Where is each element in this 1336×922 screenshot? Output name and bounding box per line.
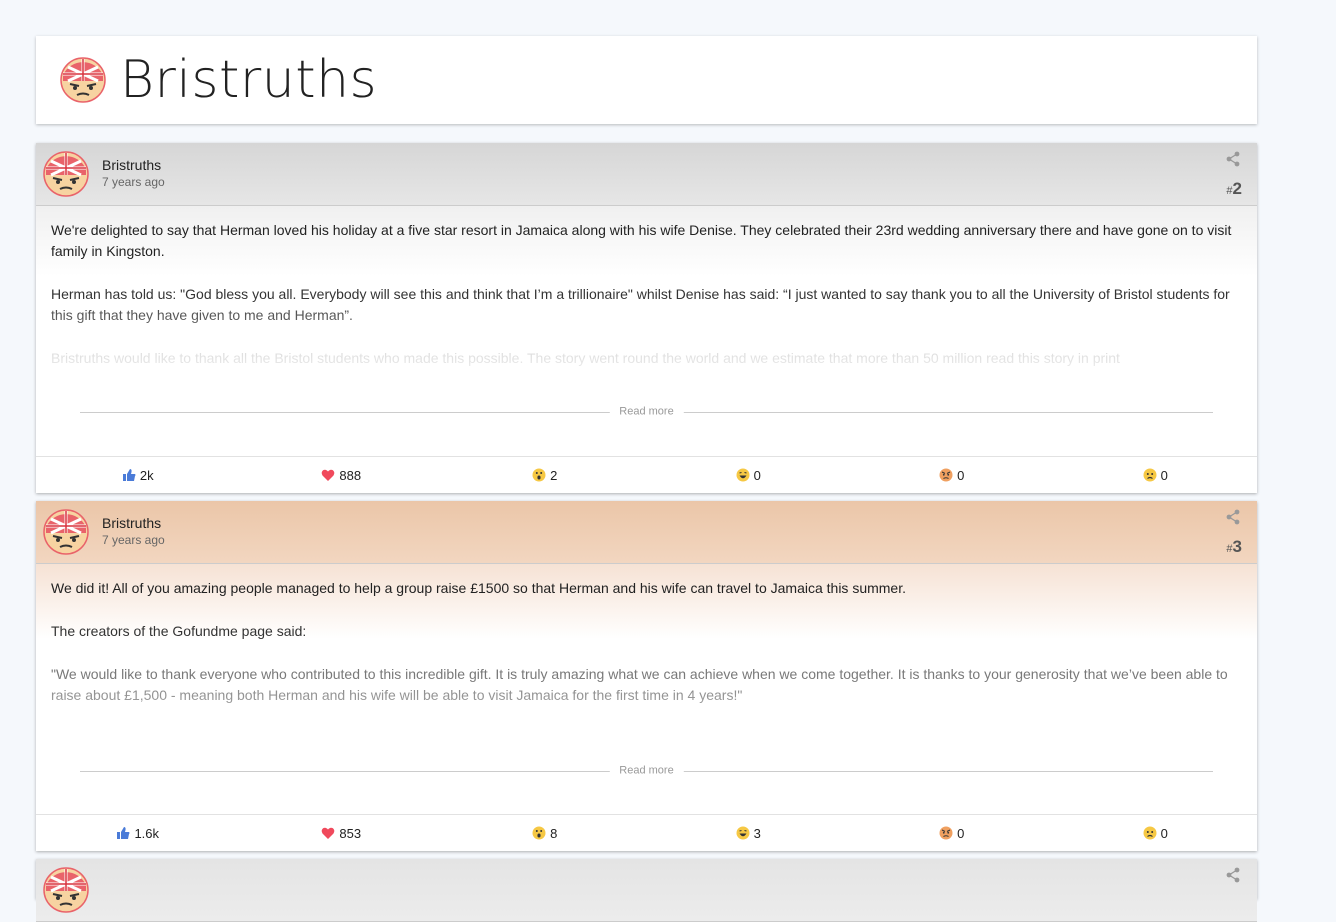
love-reaction[interactable]: 888	[240, 457, 444, 493]
author-avatar[interactable]	[43, 509, 89, 555]
love-count: 888	[339, 467, 362, 483]
share-icon[interactable]	[1225, 867, 1241, 883]
love-reaction[interactable]: 853	[240, 815, 444, 851]
sad-face-icon	[1143, 826, 1157, 840]
haha-reaction[interactable]: 0	[647, 457, 851, 493]
wow-count: 2	[550, 467, 558, 483]
laugh-face-icon	[736, 826, 750, 840]
sad-face-icon	[1143, 468, 1157, 482]
like-count: 2k	[139, 467, 154, 483]
angry-count: 0	[957, 825, 965, 841]
like-count: 1.6k	[134, 825, 160, 841]
haha-reaction[interactable]: 3	[647, 815, 851, 851]
read-more-link[interactable]: Read more	[609, 401, 684, 423]
sad-reaction[interactable]: 0	[1054, 457, 1258, 493]
angry-reaction[interactable]: 0	[850, 815, 1054, 851]
post-header	[36, 859, 1257, 922]
sad-count: 0	[1160, 467, 1168, 483]
post-paragraph: The creators of the Gofundme page said:	[51, 623, 307, 639]
heart-icon	[322, 469, 335, 481]
author-avatar[interactable]	[43, 151, 89, 197]
sad-count: 0	[1160, 825, 1168, 841]
author-name[interactable]: Bristruths	[102, 515, 161, 531]
post-card: Bristruths 7 years ago #3 We did it! All…	[36, 501, 1257, 851]
post-number: #2	[1226, 179, 1242, 198]
post-paragraph: We're delighted to say that Herman loved…	[51, 222, 1232, 259]
share-icon[interactable]	[1225, 509, 1241, 525]
wow-face-icon	[532, 468, 546, 482]
heart-icon	[322, 827, 335, 839]
wow-reaction[interactable]: 2	[443, 457, 647, 493]
wow-count: 8	[550, 825, 558, 841]
post-time[interactable]: 7 years ago	[102, 175, 165, 189]
haha-count: 0	[753, 467, 761, 483]
haha-count: 3	[753, 825, 761, 841]
post-paragraph: "We would like to thank everyone who con…	[51, 666, 1228, 703]
like-reaction[interactable]: 2k	[36, 457, 240, 493]
sad-reaction[interactable]: 0	[1054, 815, 1258, 851]
angry-count: 0	[957, 467, 965, 483]
post-paragraph: Herman has told us: "God bless you all. …	[51, 286, 1230, 323]
laugh-face-icon	[736, 468, 750, 482]
post-header: Bristruths 7 years ago #2	[36, 143, 1257, 206]
reaction-bar: 2k 888 2 0 0 0	[36, 456, 1257, 493]
love-count: 853	[339, 825, 362, 841]
author-name[interactable]: Bristruths	[102, 157, 161, 173]
thumbs-up-icon	[122, 469, 136, 481]
share-icon[interactable]	[1225, 151, 1241, 167]
post-card	[36, 859, 1257, 922]
post-body: We did it! All of you amazing people man…	[36, 564, 1257, 814]
like-reaction[interactable]: 1.6k	[36, 815, 240, 851]
post-time[interactable]: 7 years ago	[102, 533, 165, 547]
post-header: Bristruths 7 years ago #3	[36, 501, 1257, 564]
wow-face-icon	[532, 826, 546, 840]
reaction-bar: 1.6k 853 8 3 0 0	[36, 814, 1257, 851]
read-more-divider: Read more	[80, 401, 1213, 423]
angry-face-icon	[939, 468, 953, 482]
read-more-link[interactable]: Read more	[609, 760, 684, 782]
post-paragraph: Bristruths would like to thank all the B…	[51, 350, 1120, 366]
thumbs-up-icon	[117, 827, 130, 839]
angry-face-icon	[939, 826, 953, 840]
angry-reaction[interactable]: 0	[850, 457, 1054, 493]
post-paragraph: We did it! All of you amazing people man…	[51, 580, 906, 596]
post-body: We're delighted to say that Herman loved…	[36, 206, 1257, 456]
wow-reaction[interactable]: 8	[443, 815, 647, 851]
site-header: Bristruths	[36, 36, 1257, 124]
site-title[interactable]: Bristruths	[120, 50, 377, 110]
post-card: Bristruths 7 years ago #2 We're delighte…	[36, 143, 1257, 493]
post-number: #3	[1226, 537, 1242, 556]
read-more-divider: Read more	[80, 760, 1213, 782]
angry-face-union-jack-icon[interactable]	[60, 57, 106, 103]
